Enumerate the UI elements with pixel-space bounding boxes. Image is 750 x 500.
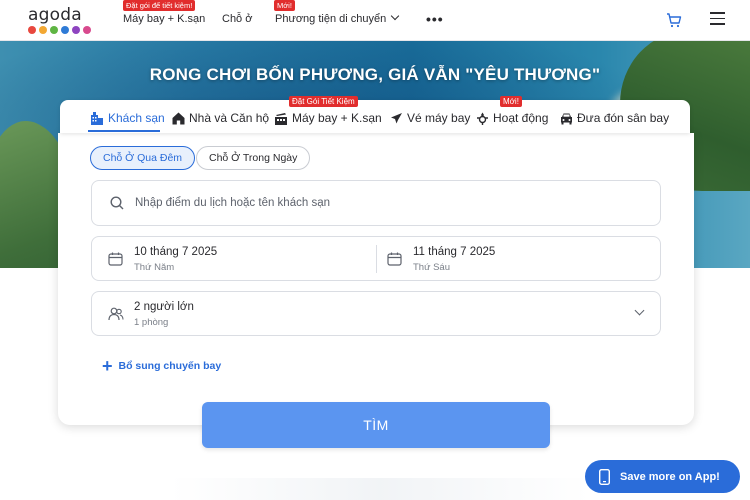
nav-badge-save: Đặt gói để tiết kiệm! [123,0,196,11]
guests-rooms-field[interactable]: 2 người lớn 1 phòng [91,291,661,336]
tab-flight-hotel[interactable]: Máy bay + K.sạn [274,111,382,125]
calendar-checkin-icon [108,252,123,266]
add-flight-button[interactable]: + Bổ sung chuyến bay [102,356,222,376]
search-icon [110,196,124,210]
tab-airport-transfer-label: Đưa đón sân bay [577,111,670,125]
tab-badge-new: Mới! [500,96,522,107]
stay-type-day-use[interactable]: Chỗ Ở Trong Ngày [196,146,311,170]
checkin-date-field[interactable]: 10 tháng 7 2025 Thứ Năm [92,237,376,280]
house-icon [172,112,185,124]
add-flight-label: Bổ sung chuyến bay [118,360,222,372]
checkin-weekday: Thứ Năm [134,262,175,273]
search-button[interactable]: TÌM [202,402,550,448]
save-more-app-button[interactable]: Save more on App! [585,460,740,493]
tab-flight-hotel-label: Máy bay + K.sạn [292,111,382,125]
date-range-field: 10 tháng 7 2025 Thứ Năm 11 tháng 7 2025 … [91,236,661,281]
calendar-checkout-icon [387,252,402,266]
destination-search-field[interactable]: Nhập điểm du lịch hoặc tên khách sạn [91,180,661,226]
stay-type-overnight[interactable]: Chỗ Ở Qua Đêm [90,146,196,170]
phone-icon [599,468,610,485]
save-more-app-label: Save more on App! [620,470,720,483]
hotel-icon [91,111,103,125]
nav-badge-new: Mới! [274,0,295,11]
chevron-down-icon [390,11,400,21]
guests-count: 2 người lớn [134,301,194,313]
tab-airport-transfer[interactable]: Đưa đón sân bay [560,111,669,125]
car-icon [561,113,572,124]
guests-icon [108,307,124,321]
logo-dots [28,26,91,34]
tab-activities[interactable]: Hoạt động [476,111,548,125]
rooms-count: 1 phòng [134,317,169,328]
tab-hotels-label: Khách sạn [108,111,165,125]
hamburger-menu-icon[interactable] [710,12,725,26]
tab-hotels[interactable]: Khách sạn [90,111,165,125]
tab-flights[interactable]: Vé máy bay [390,111,470,125]
checkout-weekday: Thứ Sáu [413,262,450,273]
destination-search-placeholder: Nhập điểm du lịch hoặc tên khách sạn [135,197,330,209]
chevron-down-icon [634,305,645,316]
more-dots-icon[interactable]: ••• [426,11,444,27]
logo-text: agoda [28,5,82,25]
tab-badge-save: Đặt Gói Tiết Kiệm [289,96,358,107]
tab-activities-label: Hoạt động [493,111,549,125]
tab-flights-label: Vé máy bay [407,111,471,125]
plane-icon [391,112,402,123]
checkout-date-field[interactable]: 11 tháng 7 2025 Thứ Sáu [377,237,661,280]
activities-icon [477,112,488,125]
agoda-logo[interactable]: agoda [28,5,91,36]
active-tab-indicator [88,130,160,132]
nav-transport-label: Phương tiện di chuyển [275,13,387,25]
bottom-decoration [170,478,590,500]
nav-flight-hotel[interactable]: Máy bay + K.sạn [123,13,205,25]
tab-homes[interactable]: Nhà và Căn hộ [172,111,269,125]
tab-homes-label: Nhà và Căn hộ [189,111,270,125]
top-header: agoda Đặt gói để tiết kiệm! Máy bay + K.… [0,0,750,41]
plus-icon: + [102,356,113,376]
product-tabs: Khách sạn Nhà và Căn hộ Máy bay + K.sạn … [60,100,690,133]
nav-transport[interactable]: Phương tiện di chuyển [275,11,400,25]
hero-title: RONG CHƠI BỐN PHƯƠNG, GIÁ VẪN "YÊU THƯƠN… [149,65,601,84]
checkout-date: 11 tháng 7 2025 [413,246,496,258]
cart-icon[interactable] [666,12,682,28]
nav-accommodation[interactable]: Chỗ ở [222,13,252,25]
checkin-date: 10 tháng 7 2025 [134,246,218,258]
flight-hotel-icon [275,112,287,125]
